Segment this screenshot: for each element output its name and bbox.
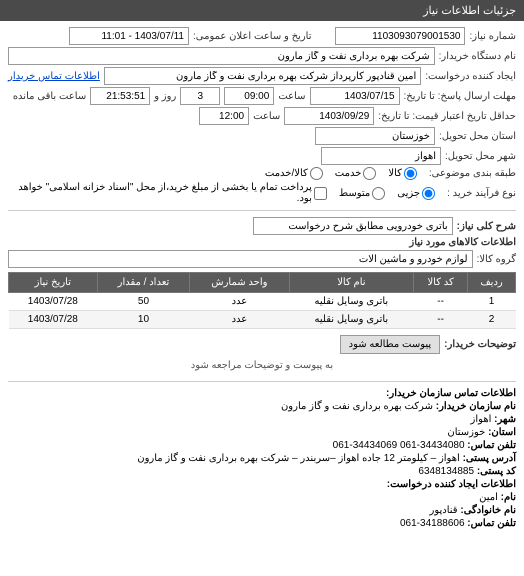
- class-service-text: خدمت: [335, 168, 362, 179]
- validity-date-input[interactable]: [284, 107, 374, 125]
- need-desc-input[interactable]: [253, 217, 453, 235]
- class-service-radio[interactable]: [363, 167, 376, 180]
- type-small-text: جزیی: [397, 188, 420, 199]
- need-number-input[interactable]: [335, 27, 465, 45]
- validity-time-input[interactable]: [199, 107, 249, 125]
- deadline-time-input[interactable]: [224, 87, 274, 105]
- cell-code: --: [414, 311, 468, 329]
- cell-row: 2: [468, 311, 516, 329]
- class-service-option[interactable]: خدمت: [335, 167, 377, 180]
- cell-name: باتری وسایل نقلیه: [289, 293, 414, 311]
- address-value: اهواز – کیلومتر 12 جاده اهواز –سربندر – …: [137, 453, 460, 464]
- fname-label: نام:: [501, 492, 516, 503]
- need-number-label: شماره نیاز:: [469, 31, 516, 42]
- cell-date: 1403/07/28: [9, 293, 98, 311]
- requester-label: ایجاد کننده درخواست:: [425, 71, 516, 82]
- class-goods-option[interactable]: کالا: [388, 167, 417, 180]
- province-value: خوزستان: [447, 427, 485, 438]
- classification-label: طبقه بندی موضوعی:: [429, 168, 516, 179]
- class-goods-service-radio[interactable]: [310, 167, 323, 180]
- days-input[interactable]: [180, 87, 220, 105]
- cell-row: 1: [468, 293, 516, 311]
- table-row[interactable]: 2--باتری وسایل نقلیهعدد101403/07/28: [9, 311, 516, 329]
- city-label: شهر:: [494, 414, 516, 425]
- buyer-org-label: نام دستگاه خریدار:: [439, 51, 516, 62]
- requester-input[interactable]: [104, 67, 421, 85]
- remaining-label: ساعت باقی مانده: [13, 91, 86, 102]
- buyer-contact-link[interactable]: اطلاعات تماس خریدار: [8, 71, 100, 82]
- th-date: تاریخ نیاز: [9, 273, 98, 293]
- cell-date: 1403/07/28: [9, 311, 98, 329]
- type-medium-text: متوسط: [339, 188, 370, 199]
- type-medium-option[interactable]: متوسط: [339, 187, 385, 200]
- cell-unit: عدد: [190, 311, 289, 329]
- delivery-city-input[interactable]: [321, 147, 441, 165]
- postal-value: 6348134885: [418, 466, 474, 477]
- lname-value: قنادپور: [430, 505, 458, 516]
- cell-name: باتری وسایل نقلیه: [289, 311, 414, 329]
- requester-title: اطلاعات ایجاد کننده درخواست:: [8, 479, 516, 490]
- validity-label: حداقل تاریخ اعتبار قیمت: تا تاریخ:: [378, 111, 516, 122]
- deadline-date-input[interactable]: [310, 87, 400, 105]
- days-label: روز و: [154, 91, 176, 102]
- cell-unit: عدد: [190, 293, 289, 311]
- cell-qty: 50: [97, 293, 190, 311]
- delivery-province-label: استان محل تحویل:: [439, 131, 516, 142]
- phone-value: 34434080-061 34434069-061: [333, 440, 465, 451]
- time-label-2: ساعت: [253, 111, 280, 122]
- th-unit: واحد شمارش: [190, 273, 289, 293]
- separator: [8, 210, 516, 211]
- cell-qty: 10: [97, 311, 190, 329]
- rphone-value: 34188606-061: [400, 518, 465, 529]
- class-goods-text: کالا: [388, 168, 402, 179]
- contact-title: اطلاعات تماس سازمان خریدار:: [8, 388, 516, 399]
- cell-code: --: [414, 293, 468, 311]
- postal-label: کد پستی:: [477, 466, 516, 477]
- group-label: گروه کالا:: [477, 254, 516, 265]
- page-title: جزئیات اطلاعات نیاز: [423, 5, 516, 17]
- buyer-org-input[interactable]: [8, 47, 435, 65]
- type-small-radio[interactable]: [422, 187, 435, 200]
- separator-2: [8, 381, 516, 382]
- items-title: اطلاعات کالاهای مورد نیاز: [409, 237, 516, 248]
- lname-label: نام خانوادگی:: [460, 505, 516, 516]
- org-label: نام سازمان خریدار:: [436, 401, 516, 412]
- fname-value: امین: [479, 492, 498, 503]
- group-input[interactable]: [8, 250, 473, 268]
- remaining-time-input[interactable]: [90, 87, 150, 105]
- table-row[interactable]: 1--باتری وسایل نقلیهعدد501403/07/28: [9, 293, 516, 311]
- org-value: شرکت بهره برداری نفت و گاز مارون: [281, 401, 433, 412]
- th-row: ردیف: [468, 273, 516, 293]
- attachments-label: توضیحات خریدار:: [444, 339, 516, 350]
- phone-label: تلفن تماس:: [467, 440, 516, 451]
- address-label: آدرس پستی:: [463, 453, 516, 464]
- province-label: استان:: [488, 427, 516, 438]
- class-goods-service-text: کالا/خدمت: [265, 168, 308, 179]
- rphone-label: تلفن تماس:: [467, 518, 516, 529]
- type-note-text: پرداخت تمام یا بخشی از مبلغ خرید،از محل …: [8, 182, 312, 204]
- attachment-button[interactable]: پیوست مطالعه شود: [340, 335, 441, 354]
- type-small-option[interactable]: جزیی: [397, 187, 435, 200]
- delivery-city-label: شهر محل تحویل:: [445, 151, 516, 162]
- attachment-note: به پیوست و توضیحات مراجعه شود: [8, 356, 516, 375]
- items-table: ردیف کد کالا نام کالا واحد شمارش تعداد /…: [8, 272, 516, 329]
- page-header: جزئیات اطلاعات نیاز: [0, 0, 524, 21]
- type-note-checkbox[interactable]: [314, 187, 327, 200]
- type-note-option[interactable]: پرداخت تمام یا بخشی از مبلغ خرید،از محل …: [8, 182, 327, 204]
- class-goods-service-option[interactable]: کالا/خدمت: [265, 167, 323, 180]
- city-value: اهواز: [471, 414, 492, 425]
- announce-date-label: تاریخ و ساعت اعلان عمومی:: [193, 31, 312, 42]
- purchase-type-label: نوع فرآیند خرید :: [447, 188, 516, 199]
- th-code: کد کالا: [414, 273, 468, 293]
- class-goods-radio[interactable]: [404, 167, 417, 180]
- th-qty: تعداد / مقدار: [97, 273, 190, 293]
- type-medium-radio[interactable]: [372, 187, 385, 200]
- deadline-label: مهلت ارسال پاسخ: تا تاریخ:: [404, 91, 516, 102]
- delivery-province-input[interactable]: [315, 127, 435, 145]
- th-name: نام کالا: [289, 273, 414, 293]
- need-desc-label: شرح کلی نیاز:: [457, 221, 516, 232]
- time-label-1: ساعت: [278, 91, 305, 102]
- announce-date-input[interactable]: [69, 27, 189, 45]
